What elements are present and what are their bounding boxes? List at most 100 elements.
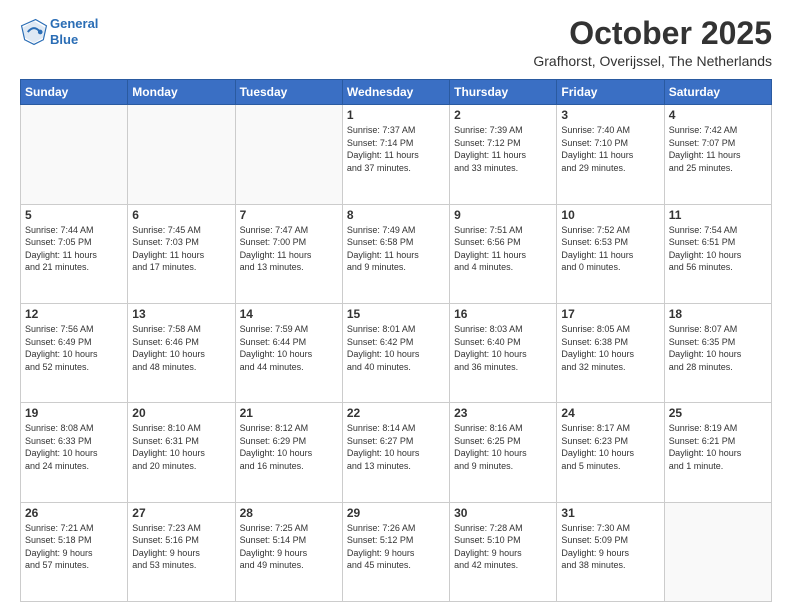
day-number: 13: [132, 307, 230, 321]
day-number: 26: [25, 506, 123, 520]
day-number: 11: [669, 208, 767, 222]
calendar-cell: 12Sunrise: 7:56 AM Sunset: 6:49 PM Dayli…: [21, 303, 128, 402]
logo-icon: [20, 18, 48, 46]
day-header-monday: Monday: [128, 80, 235, 105]
calendar-week-row: 19Sunrise: 8:08 AM Sunset: 6:33 PM Dayli…: [21, 403, 772, 502]
day-info: Sunrise: 7:39 AM Sunset: 7:12 PM Dayligh…: [454, 124, 552, 174]
calendar-cell: 30 Sunrise: 7:28 AM Sunset: 5:10 PM Dayli…: [450, 502, 557, 601]
calendar-cell: 5 Sunrise: 7:44 AM Sunset: 7:05 PM Daylig…: [21, 204, 128, 303]
day-number: 15: [347, 307, 445, 321]
calendar-cell: 9Sunrise: 7:51 AM Sunset: 6:56 PM Daylig…: [450, 204, 557, 303]
calendar-cell: 31Sunrise: 7:30 AM Sunset: 5:09 PM Dayli…: [557, 502, 664, 601]
calendar-cell: 3 Sunrise: 7:40 AM Sunset: 7:10 PM Daylig…: [557, 105, 664, 204]
day-number: 25: [669, 406, 767, 420]
day-number: 21: [240, 406, 338, 420]
title-block: October 2025 Grafhorst, Overijssel, The …: [533, 16, 772, 69]
day-header-friday: Friday: [557, 80, 664, 105]
day-number: 1: [347, 108, 445, 122]
day-number: 22: [347, 406, 445, 420]
day-info: Sunrise: 8:19 AM Sunset: 6:21 PM Dayligh…: [669, 422, 767, 472]
calendar-cell: 6 Sunrise: 7:45 AM Sunset: 7:03 PM Daylig…: [128, 204, 235, 303]
calendar-cell: [21, 105, 128, 204]
day-info: Sunrise: 7:42 AM Sunset: 7:07 PM Dayligh…: [669, 124, 767, 174]
day-info: Sunrise: 7:30 AM Sunset: 5:09 PM Dayligh…: [561, 522, 659, 572]
logo: General Blue: [20, 16, 98, 47]
calendar-week-row: 1 Sunrise: 7:37 AM Sunset: 7:14 PM Daylig…: [21, 105, 772, 204]
calendar-cell: 8 Sunrise: 7:49 AM Sunset: 6:58 PM Daylig…: [342, 204, 449, 303]
day-info: Sunrise: 8:01 AM Sunset: 6:42 PM Dayligh…: [347, 323, 445, 373]
calendar-week-row: 5 Sunrise: 7:44 AM Sunset: 7:05 PM Daylig…: [21, 204, 772, 303]
day-number: 23: [454, 406, 552, 420]
calendar-week-row: 26 Sunrise: 7:21 AM Sunset: 5:18 PM Dayli…: [21, 502, 772, 601]
day-info: Sunrise: 8:08 AM Sunset: 6:33 PM Dayligh…: [25, 422, 123, 472]
day-info: Sunrise: 8:12 AM Sunset: 6:29 PM Dayligh…: [240, 422, 338, 472]
calendar-cell: 11 Sunrise: 7:54 AM Sunset: 6:51 PM Dayli…: [664, 204, 771, 303]
logo-text: General Blue: [50, 16, 98, 47]
calendar-table: SundayMondayTuesdayWednesdayThursdayFrid…: [20, 79, 772, 602]
calendar-cell: 17Sunrise: 8:05 AM Sunset: 6:38 PM Dayli…: [557, 303, 664, 402]
day-number: 5: [25, 208, 123, 222]
calendar-header-row: SundayMondayTuesdayWednesdayThursdayFrid…: [21, 80, 772, 105]
calendar-cell: 13 Sunrise: 7:58 AM Sunset: 6:46 PM Dayli…: [128, 303, 235, 402]
day-info: Sunrise: 7:37 AM Sunset: 7:14 PM Dayligh…: [347, 124, 445, 174]
header: General Blue October 2025 Grafhorst, Ove…: [20, 16, 772, 69]
day-info: Sunrise: 7:28 AM Sunset: 5:10 PM Dayligh…: [454, 522, 552, 572]
logo-line2: Blue: [50, 32, 78, 47]
day-number: 28: [240, 506, 338, 520]
day-info: Sunrise: 7:58 AM Sunset: 6:46 PM Dayligh…: [132, 323, 230, 373]
calendar-cell: 14 Sunrise: 7:59 AM Sunset: 6:44 PM Dayli…: [235, 303, 342, 402]
calendar-cell: 22 Sunrise: 8:14 AM Sunset: 6:27 PM Dayli…: [342, 403, 449, 502]
day-info: Sunrise: 7:45 AM Sunset: 7:03 PM Dayligh…: [132, 224, 230, 274]
day-number: 14: [240, 307, 338, 321]
day-info: Sunrise: 7:54 AM Sunset: 6:51 PM Dayligh…: [669, 224, 767, 274]
day-info: Sunrise: 7:21 AM Sunset: 5:18 PM Dayligh…: [25, 522, 123, 572]
day-info: Sunrise: 7:49 AM Sunset: 6:58 PM Dayligh…: [347, 224, 445, 274]
day-number: 16: [454, 307, 552, 321]
calendar-cell: 28 Sunrise: 7:25 AM Sunset: 5:14 PM Dayli…: [235, 502, 342, 601]
calendar-cell: 20 Sunrise: 8:10 AM Sunset: 6:31 PM Dayli…: [128, 403, 235, 502]
day-info: Sunrise: 7:44 AM Sunset: 7:05 PM Dayligh…: [25, 224, 123, 274]
logo-line1: General: [50, 16, 98, 31]
day-number: 7: [240, 208, 338, 222]
calendar-cell: 27Sunrise: 7:23 AM Sunset: 5:16 PM Dayli…: [128, 502, 235, 601]
day-number: 3: [561, 108, 659, 122]
calendar-cell: 15 Sunrise: 8:01 AM Sunset: 6:42 PM Dayli…: [342, 303, 449, 402]
day-number: 8: [347, 208, 445, 222]
calendar-cell: 21 Sunrise: 8:12 AM Sunset: 6:29 PM Dayli…: [235, 403, 342, 502]
day-info: Sunrise: 8:10 AM Sunset: 6:31 PM Dayligh…: [132, 422, 230, 472]
calendar-cell: 10Sunrise: 7:52 AM Sunset: 6:53 PM Dayli…: [557, 204, 664, 303]
day-number: 18: [669, 307, 767, 321]
day-info: Sunrise: 7:40 AM Sunset: 7:10 PM Dayligh…: [561, 124, 659, 174]
day-info: Sunrise: 7:25 AM Sunset: 5:14 PM Dayligh…: [240, 522, 338, 572]
calendar-cell: 4 Sunrise: 7:42 AM Sunset: 7:07 PM Daylig…: [664, 105, 771, 204]
calendar-cell: 1 Sunrise: 7:37 AM Sunset: 7:14 PM Daylig…: [342, 105, 449, 204]
day-info: Sunrise: 8:03 AM Sunset: 6:40 PM Dayligh…: [454, 323, 552, 373]
day-number: 6: [132, 208, 230, 222]
calendar-cell: [235, 105, 342, 204]
day-info: Sunrise: 7:26 AM Sunset: 5:12 PM Dayligh…: [347, 522, 445, 572]
calendar-cell: 24Sunrise: 8:17 AM Sunset: 6:23 PM Dayli…: [557, 403, 664, 502]
location: Grafhorst, Overijssel, The Netherlands: [533, 53, 772, 69]
day-number: 20: [132, 406, 230, 420]
day-info: Sunrise: 8:07 AM Sunset: 6:35 PM Dayligh…: [669, 323, 767, 373]
page: General Blue October 2025 Grafhorst, Ove…: [0, 0, 792, 612]
day-number: 2: [454, 108, 552, 122]
day-info: Sunrise: 7:56 AM Sunset: 6:49 PM Dayligh…: [25, 323, 123, 373]
day-info: Sunrise: 8:05 AM Sunset: 6:38 PM Dayligh…: [561, 323, 659, 373]
calendar-cell: 19Sunrise: 8:08 AM Sunset: 6:33 PM Dayli…: [21, 403, 128, 502]
day-header-wednesday: Wednesday: [342, 80, 449, 105]
day-number: 30: [454, 506, 552, 520]
calendar-cell: 25 Sunrise: 8:19 AM Sunset: 6:21 PM Dayli…: [664, 403, 771, 502]
day-number: 27: [132, 506, 230, 520]
calendar-cell: 16 Sunrise: 8:03 AM Sunset: 6:40 PM Dayli…: [450, 303, 557, 402]
day-info: Sunrise: 8:17 AM Sunset: 6:23 PM Dayligh…: [561, 422, 659, 472]
day-number: 4: [669, 108, 767, 122]
day-info: Sunrise: 8:14 AM Sunset: 6:27 PM Dayligh…: [347, 422, 445, 472]
calendar-cell: 23Sunrise: 8:16 AM Sunset: 6:25 PM Dayli…: [450, 403, 557, 502]
day-number: 29: [347, 506, 445, 520]
day-info: Sunrise: 7:47 AM Sunset: 7:00 PM Dayligh…: [240, 224, 338, 274]
calendar-cell: 26 Sunrise: 7:21 AM Sunset: 5:18 PM Dayli…: [21, 502, 128, 601]
month-title: October 2025: [533, 16, 772, 51]
day-info: Sunrise: 7:59 AM Sunset: 6:44 PM Dayligh…: [240, 323, 338, 373]
day-number: 10: [561, 208, 659, 222]
